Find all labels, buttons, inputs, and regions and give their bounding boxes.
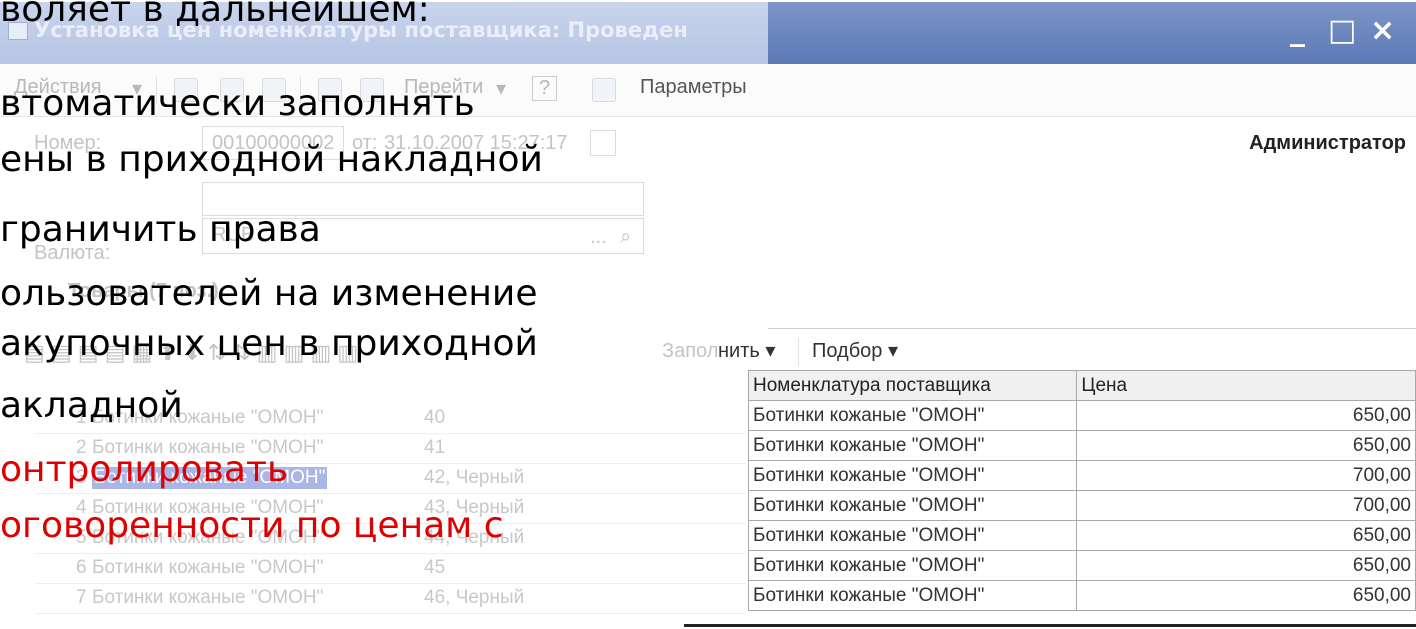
current-user: Администратор xyxy=(1249,132,1406,154)
list-item[interactable]: 7 Ботинки кожаные "ОМОН" 46, Черный xyxy=(36,584,746,614)
table-row[interactable]: Ботинки кожаные "ОМОН" 650,00 xyxy=(747,580,1416,611)
item-characteristic[interactable]: 40 xyxy=(424,407,445,429)
item-characteristic[interactable]: 42, Черный xyxy=(424,467,524,489)
item-characteristic[interactable]: 46, Черный xyxy=(424,587,524,609)
table-row[interactable]: Ботинки кожаные "ОМОН" 700,00 xyxy=(747,490,1416,521)
price-cell[interactable]: 650,00 xyxy=(1076,520,1416,551)
item-characteristic[interactable]: 41 xyxy=(424,437,445,459)
price-cell[interactable]: 650,00 xyxy=(1076,400,1416,431)
table-row[interactable]: Ботинки кожаные "ОМОН" 700,00 xyxy=(747,460,1416,491)
window-bottom-edge xyxy=(684,624,1416,627)
select-ellipsis-icon[interactable]: ... xyxy=(590,226,607,249)
maximize-button[interactable]: □ xyxy=(1328,12,1356,50)
goods-table: Номенклатура поставщика Цена Ботинки кож… xyxy=(747,370,1416,611)
row-number: 7 xyxy=(76,587,87,608)
item-name[interactable]: Ботинки кожаные "ОМОН" xyxy=(92,557,323,579)
close-button[interactable]: × xyxy=(1370,12,1395,50)
supplier-item-cell[interactable]: Ботинки кожаные "ОМОН" xyxy=(747,430,1078,461)
slide-bullet-line: онтролировать xyxy=(0,449,289,490)
slide-bullet-line: ены в приходной накладной xyxy=(0,139,543,180)
supplier-item-cell[interactable]: Ботинки кожаные "ОМОН" xyxy=(747,400,1078,431)
supplier-item-cell[interactable]: Ботинки кожаные "ОМОН" xyxy=(747,580,1078,611)
list-item[interactable]: 6 Ботинки кожаные "ОМОН" 45 xyxy=(36,554,746,584)
window-titlebar-active xyxy=(768,2,1416,64)
params-button[interactable]: Параметры xyxy=(640,76,747,99)
price-cell[interactable]: 700,00 xyxy=(1076,460,1416,491)
table-header-row: Номенклатура поставщика Цена xyxy=(747,370,1416,401)
fill-button-faded[interactable]: Запол xyxy=(662,340,718,363)
item-name[interactable]: Ботинки кожаные "ОМОН" xyxy=(92,587,323,609)
item-characteristic[interactable]: 45 xyxy=(424,557,445,579)
supplier-item-cell[interactable]: Ботинки кожаные "ОМОН" xyxy=(747,550,1078,581)
column-supplier-item[interactable]: Номенклатура поставщика xyxy=(747,370,1078,401)
supplier-item-cell[interactable]: Ботинки кожаные "ОМОН" xyxy=(747,520,1078,551)
slide-heading: воляет в дальнейшем: xyxy=(0,0,430,30)
slide-bullet-line: ользователей на изменение xyxy=(0,273,538,314)
row-number: 6 xyxy=(76,557,87,578)
column-price[interactable]: Цена xyxy=(1076,370,1416,401)
minimize-button[interactable]: _ xyxy=(1290,12,1305,50)
search-icon[interactable]: ⌕ xyxy=(620,226,631,249)
help-button[interactable]: ? xyxy=(532,76,558,101)
table-row[interactable]: Ботинки кожаные "ОМОН" 650,00 xyxy=(747,520,1416,551)
slide-bullet-line: акладной xyxy=(0,385,183,426)
table-row[interactable]: Ботинки кожаные "ОМОН" 650,00 xyxy=(747,430,1416,461)
table-row[interactable]: Ботинки кожаные "ОМОН" 650,00 xyxy=(747,550,1416,581)
slide-bullet-line: граничить права xyxy=(0,209,321,250)
price-cell[interactable]: 650,00 xyxy=(1076,580,1416,611)
price-cell[interactable]: 650,00 xyxy=(1076,550,1416,581)
slide-bullet-line: втоматически заполнять xyxy=(0,83,475,124)
goto-dropdown-icon[interactable]: ▾ xyxy=(496,76,506,101)
structure-icon[interactable] xyxy=(592,78,616,102)
calendar-icon[interactable] xyxy=(590,130,616,156)
slide-bullet-line: акупочных цен в приходной xyxy=(0,323,538,364)
price-cell[interactable]: 700,00 xyxy=(1076,490,1416,521)
selection-button[interactable]: Подбор ▾ xyxy=(812,338,898,363)
price-cell[interactable]: 650,00 xyxy=(1076,430,1416,461)
section-divider xyxy=(768,328,1416,329)
slide-bullet-line: оговоренности по ценам с xyxy=(0,505,504,546)
supplier-item-cell[interactable]: Ботинки кожаные "ОМОН" xyxy=(747,490,1078,521)
table-row[interactable]: Ботинки кожаные "ОМОН" 650,00 xyxy=(747,400,1416,431)
fill-button[interactable]: нить ▾ xyxy=(718,338,775,363)
supplier-item-cell[interactable]: Ботинки кожаные "ОМОН" xyxy=(747,460,1078,491)
